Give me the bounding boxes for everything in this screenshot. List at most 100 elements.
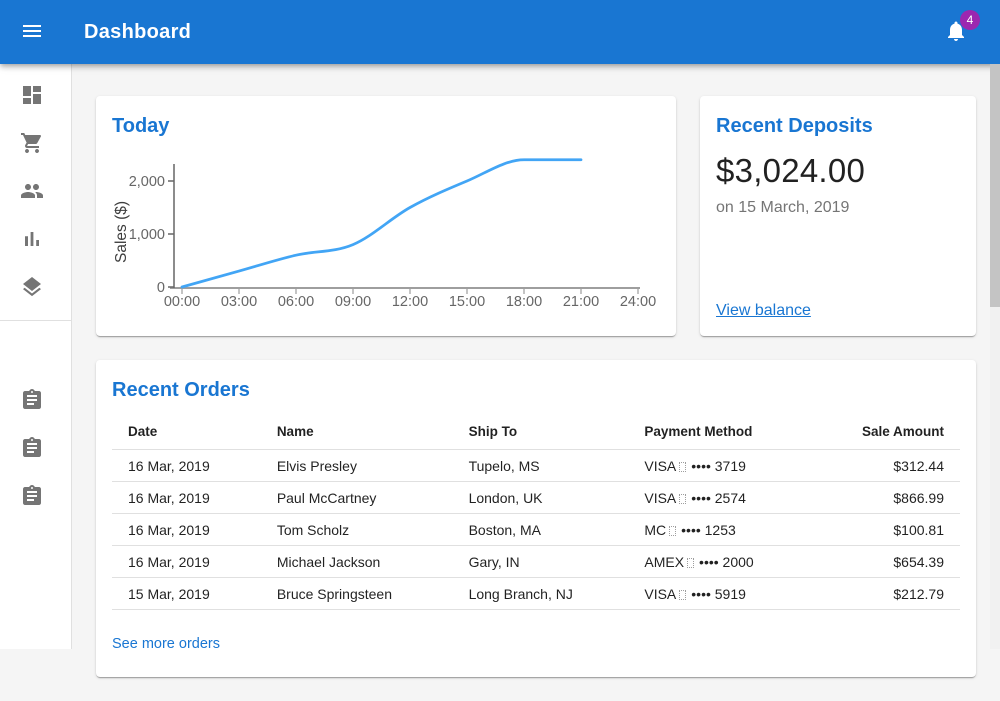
sidebar-item-saved-report-1[interactable] [0, 377, 71, 425]
people-icon [20, 179, 44, 206]
menu-button[interactable] [8, 8, 56, 56]
sales-line-series [182, 160, 581, 287]
payment-masked-number: •••• 1253 [681, 522, 736, 538]
payment-masked-number: •••• 3719 [691, 458, 746, 474]
order-payment: VISA •••• 2574 [628, 482, 846, 514]
order-name: Bruce Springsteen [261, 578, 453, 610]
sidebar [0, 64, 72, 649]
view-balance-link[interactable]: View balance [716, 302, 960, 320]
missing-glyph-icon [669, 526, 676, 536]
today-card: Today Sales ($)01,0002,00000:0003:0006:0… [96, 96, 676, 336]
missing-glyph-icon [679, 462, 686, 472]
payment-brand: AMEX [644, 554, 684, 570]
order-payment: AMEX •••• 2000 [628, 546, 846, 578]
payment-brand: VISA [644, 490, 676, 506]
order-amount: $866.99 [846, 482, 960, 514]
x-tick-label: 15:00 [449, 294, 485, 310]
order-date: 16 Mar, 2019 [112, 450, 261, 482]
y-tick-label: 1,000 [129, 227, 165, 243]
sidebar-subheader-space [0, 329, 71, 377]
app-bar: Dashboard 4 [0, 0, 1000, 64]
sidebar-item-reports[interactable] [0, 216, 71, 264]
order-payment: VISA •••• 5919 [628, 578, 846, 610]
today-card-title: Today [112, 112, 660, 140]
hamburger-icon [20, 19, 44, 46]
order-amount: $654.39 [846, 546, 960, 578]
payment-masked-number: •••• 2574 [691, 490, 746, 506]
recent-deposits-card: Recent Deposits $3,024.00 on 15 March, 2… [700, 96, 976, 336]
x-tick-label: 24:00 [620, 294, 656, 310]
y-tick-label: 2,000 [129, 174, 165, 190]
sales-line-chart: Sales ($)01,0002,00000:0003:0006:0009:00… [112, 154, 660, 312]
layers-icon [20, 275, 44, 302]
sidebar-item-integrations[interactable] [0, 264, 71, 312]
column-header-ship-to: Ship To [453, 414, 629, 450]
sidebar-item-orders[interactable] [0, 120, 71, 168]
notifications-badge: 4 [960, 10, 980, 30]
order-date: 16 Mar, 2019 [112, 514, 261, 546]
assignment-icon [20, 484, 44, 511]
shopping-cart-icon [20, 131, 44, 158]
sidebar-item-saved-report-2[interactable] [0, 425, 71, 473]
notifications-button[interactable]: 4 [932, 8, 980, 56]
order-date: 15 Mar, 2019 [112, 578, 261, 610]
sidebar-divider [0, 320, 71, 321]
order-ship-to: Boston, MA [453, 514, 629, 546]
sidebar-item-customers[interactable] [0, 168, 71, 216]
scrollbar[interactable] [990, 64, 1000, 649]
see-more-orders-link[interactable]: See more orders [112, 636, 220, 652]
deposits-card-title: Recent Deposits [716, 112, 960, 140]
x-tick-label: 06:00 [278, 294, 314, 310]
missing-glyph-icon [679, 590, 686, 600]
order-amount: $312.44 [846, 450, 960, 482]
sidebar-item-saved-report-3[interactable] [0, 473, 71, 521]
sidebar-item-dashboard[interactable] [0, 72, 71, 120]
missing-glyph-icon [679, 494, 686, 504]
order-ship-to: Gary, IN [453, 546, 629, 578]
order-name: Michael Jackson [261, 546, 453, 578]
payment-brand: MC [644, 522, 666, 538]
bar-chart-icon [20, 227, 44, 254]
sidebar-primary-nav [0, 72, 71, 312]
table-row: 16 Mar, 2019Michael JacksonGary, IN AMEX •… [112, 546, 960, 578]
payment-masked-number: •••• 5919 [691, 586, 746, 602]
order-amount: $100.81 [846, 514, 960, 546]
page-title: Dashboard [84, 21, 932, 44]
column-header-name: Name [261, 414, 453, 450]
order-date: 16 Mar, 2019 [112, 482, 261, 514]
x-tick-label: 03:00 [221, 294, 257, 310]
payment-brand: VISA [644, 586, 676, 602]
x-tick-label: 18:00 [506, 294, 542, 310]
assignment-icon [20, 436, 44, 463]
order-date: 16 Mar, 2019 [112, 546, 261, 578]
main-content: Today Sales ($)01,0002,00000:0003:0006:0… [72, 64, 1000, 701]
orders-table: Date Name Ship To Payment Method Sale Am… [112, 414, 960, 610]
table-header-row: Date Name Ship To Payment Method Sale Am… [112, 414, 960, 450]
missing-glyph-icon [687, 558, 694, 568]
scrollbar-thumb[interactable] [990, 64, 1000, 307]
column-header-amount: Sale Amount [846, 414, 960, 450]
order-ship-to: Long Branch, NJ [453, 578, 629, 610]
table-row: 16 Mar, 2019Paul McCartneyLondon, UKVISA… [112, 482, 960, 514]
x-tick-label: 21:00 [563, 294, 599, 310]
order-name: Tom Scholz [261, 514, 453, 546]
payment-brand: VISA [644, 458, 676, 474]
orders-card-title: Recent Orders [112, 376, 960, 404]
assignment-icon [20, 388, 44, 415]
deposit-date: on 15 March, 2019 [716, 199, 960, 217]
table-row: 15 Mar, 2019Bruce SpringsteenLong Branch… [112, 578, 960, 610]
x-tick-label: 00:00 [164, 294, 200, 310]
order-amount: $212.79 [846, 578, 960, 610]
x-tick-label: 09:00 [335, 294, 371, 310]
column-header-date: Date [112, 414, 261, 450]
recent-orders-card: Recent Orders Date Name Ship To Payment … [96, 360, 976, 677]
y-axis-label: Sales ($) [113, 201, 130, 263]
order-name: Elvis Presley [261, 450, 453, 482]
sidebar-secondary-nav [0, 377, 71, 521]
table-row: 16 Mar, 2019Tom ScholzBoston, MA MC •••• 1… [112, 514, 960, 546]
table-row: 16 Mar, 2019Elvis PresleyTupelo, MS VISA •… [112, 450, 960, 482]
column-header-payment: Payment Method [628, 414, 846, 450]
payment-masked-number: •••• 2000 [699, 554, 754, 570]
order-ship-to: Tupelo, MS [453, 450, 629, 482]
x-tick-label: 12:00 [392, 294, 428, 310]
